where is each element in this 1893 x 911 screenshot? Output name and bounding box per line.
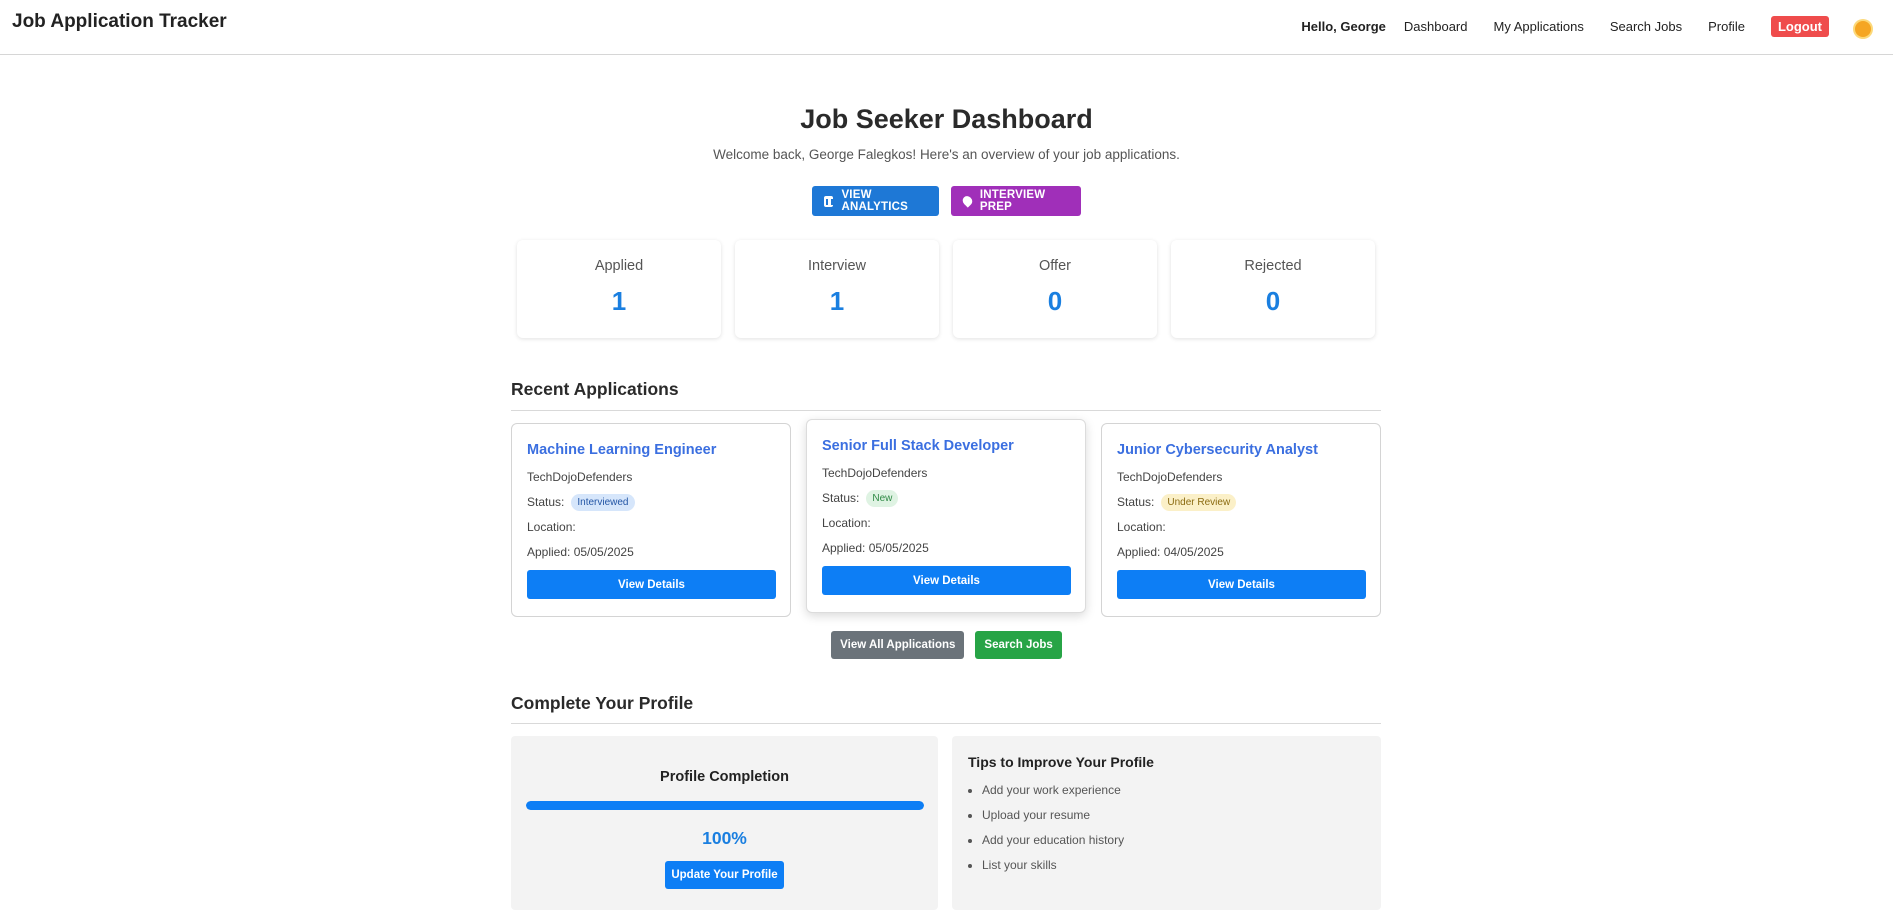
company-name: TechDojoDefenders xyxy=(527,470,633,484)
view-details-button[interactable]: View Details xyxy=(822,566,1071,595)
page-title: Job Seeker Dashboard xyxy=(800,104,1093,134)
job-title-link[interactable]: Junior Cybersecurity Analyst xyxy=(1117,442,1365,458)
update-profile-button[interactable]: Update Your Profile xyxy=(665,861,784,889)
stat-value: 0 xyxy=(1047,286,1063,316)
lightbulb-icon xyxy=(960,194,975,208)
company-name: TechDojoDefenders xyxy=(822,466,928,480)
nav-search-jobs[interactable]: Search Jobs xyxy=(1610,19,1682,34)
nav-dashboard[interactable]: Dashboard xyxy=(1404,19,1468,34)
view-all-applications-button[interactable]: View All Applications xyxy=(831,631,965,659)
applied-date: Applied: 04/05/2025 xyxy=(1117,545,1224,559)
tips-list: Add your work experience Upload your res… xyxy=(968,783,1365,872)
stat-rejected: Rejected 0 xyxy=(1171,240,1375,338)
stat-value: 1 xyxy=(611,286,627,316)
stat-label: Interview xyxy=(807,258,867,274)
stat-interview: Interview 1 xyxy=(735,240,939,338)
nav-menu: Hello, George Dashboard My Applications … xyxy=(1301,14,1893,38)
user-greeting: Hello, George xyxy=(1301,18,1386,34)
interview-prep-label: INTERVIEW PREP xyxy=(979,189,1046,213)
divider xyxy=(511,410,1381,411)
view-analytics-label: VIEW ANALYTICS xyxy=(841,189,908,213)
stat-value: 1 xyxy=(829,286,845,316)
stat-label: Applied xyxy=(594,258,644,274)
page-subtitle: Welcome back, George Falegkos! Here's an… xyxy=(713,147,1180,162)
stat-label: Offer xyxy=(1039,258,1071,274)
applied-date: Applied: 05/05/2025 xyxy=(822,541,929,555)
location-line: Location: xyxy=(1117,520,1365,534)
location-label: Location: xyxy=(1117,520,1166,534)
tip-item: Add your education history xyxy=(982,833,1365,847)
status-line: Status: Interviewed xyxy=(527,493,775,511)
profile-progress-bar xyxy=(525,801,924,810)
tip-item: Add your work experience xyxy=(982,783,1365,797)
location-line: Location: xyxy=(527,520,775,534)
profile-completion-title: Profile Completion xyxy=(660,769,789,785)
profile-completion-panel: Profile Completion 100% Update Your Prof… xyxy=(511,736,938,910)
recent-applications-heading: Recent Applications xyxy=(511,379,679,399)
applied-date: Applied: 05/05/2025 xyxy=(527,545,634,559)
location-line: Location: xyxy=(822,516,1070,530)
tips-title: Tips to Improve Your Profile xyxy=(968,754,1154,770)
stats-row: Applied 1 Interview 1 Offer 0 Rejected 0 xyxy=(517,240,1375,338)
interview-prep-button[interactable]: INTERVIEW PREP xyxy=(951,186,1081,216)
status-label: Status: xyxy=(822,491,860,505)
view-analytics-button[interactable]: VIEW ANALYTICS xyxy=(812,186,939,216)
stat-value: 0 xyxy=(1265,286,1281,316)
profile-tips-panel: Tips to Improve Your Profile Add your wo… xyxy=(952,736,1381,910)
application-card: Senior Full Stack Developer TechDojoDefe… xyxy=(806,419,1086,613)
hero-actions: VIEW ANALYTICS INTERVIEW PREP xyxy=(0,186,1893,216)
nav-my-applications[interactable]: My Applications xyxy=(1494,19,1584,34)
profile-completion-value: 100% xyxy=(702,828,747,848)
status-label: Status: xyxy=(527,495,565,509)
profile-progress-fill xyxy=(525,801,924,810)
location-label: Location: xyxy=(527,520,576,534)
location-label: Location: xyxy=(822,516,871,530)
logout-button[interactable]: Logout xyxy=(1770,15,1829,37)
search-jobs-button[interactable]: Search Jobs xyxy=(975,631,1062,659)
status-line: Status: New xyxy=(822,489,1070,507)
stat-label: Rejected xyxy=(1244,258,1302,274)
view-details-button[interactable]: View Details xyxy=(527,570,776,599)
job-title-link[interactable]: Senior Full Stack Developer xyxy=(822,438,1070,454)
stat-offer: Offer 0 xyxy=(953,240,1157,338)
app-brand[interactable]: Job Application Tracker xyxy=(12,11,227,33)
status-badge: New xyxy=(866,489,899,507)
status-badge: Under Review xyxy=(1161,493,1237,511)
theme-toggle-icon[interactable] xyxy=(1855,21,1871,37)
complete-profile-heading: Complete Your Profile xyxy=(511,693,694,713)
status-label: Status: xyxy=(1117,495,1155,509)
status-badge: Interviewed xyxy=(571,493,635,511)
divider xyxy=(511,723,1381,724)
company-name: TechDojoDefenders xyxy=(1117,470,1223,484)
applications-actions: View All Applications Search Jobs xyxy=(0,631,1893,659)
application-card: Machine Learning Engineer TechDojoDefend… xyxy=(511,423,791,617)
tip-item: Upload your resume xyxy=(982,808,1365,822)
tip-item: List your skills xyxy=(982,858,1365,872)
chart-icon xyxy=(824,195,834,207)
application-card: Junior Cybersecurity Analyst TechDojoDef… xyxy=(1101,423,1381,617)
navbar: Job Application Tracker Hello, George Da… xyxy=(0,0,1893,55)
view-details-button[interactable]: View Details xyxy=(1117,570,1366,599)
job-title-link[interactable]: Machine Learning Engineer xyxy=(527,442,775,458)
stat-applied: Applied 1 xyxy=(517,240,721,338)
nav-profile[interactable]: Profile xyxy=(1708,19,1745,34)
status-line: Status: Under Review xyxy=(1117,493,1365,511)
